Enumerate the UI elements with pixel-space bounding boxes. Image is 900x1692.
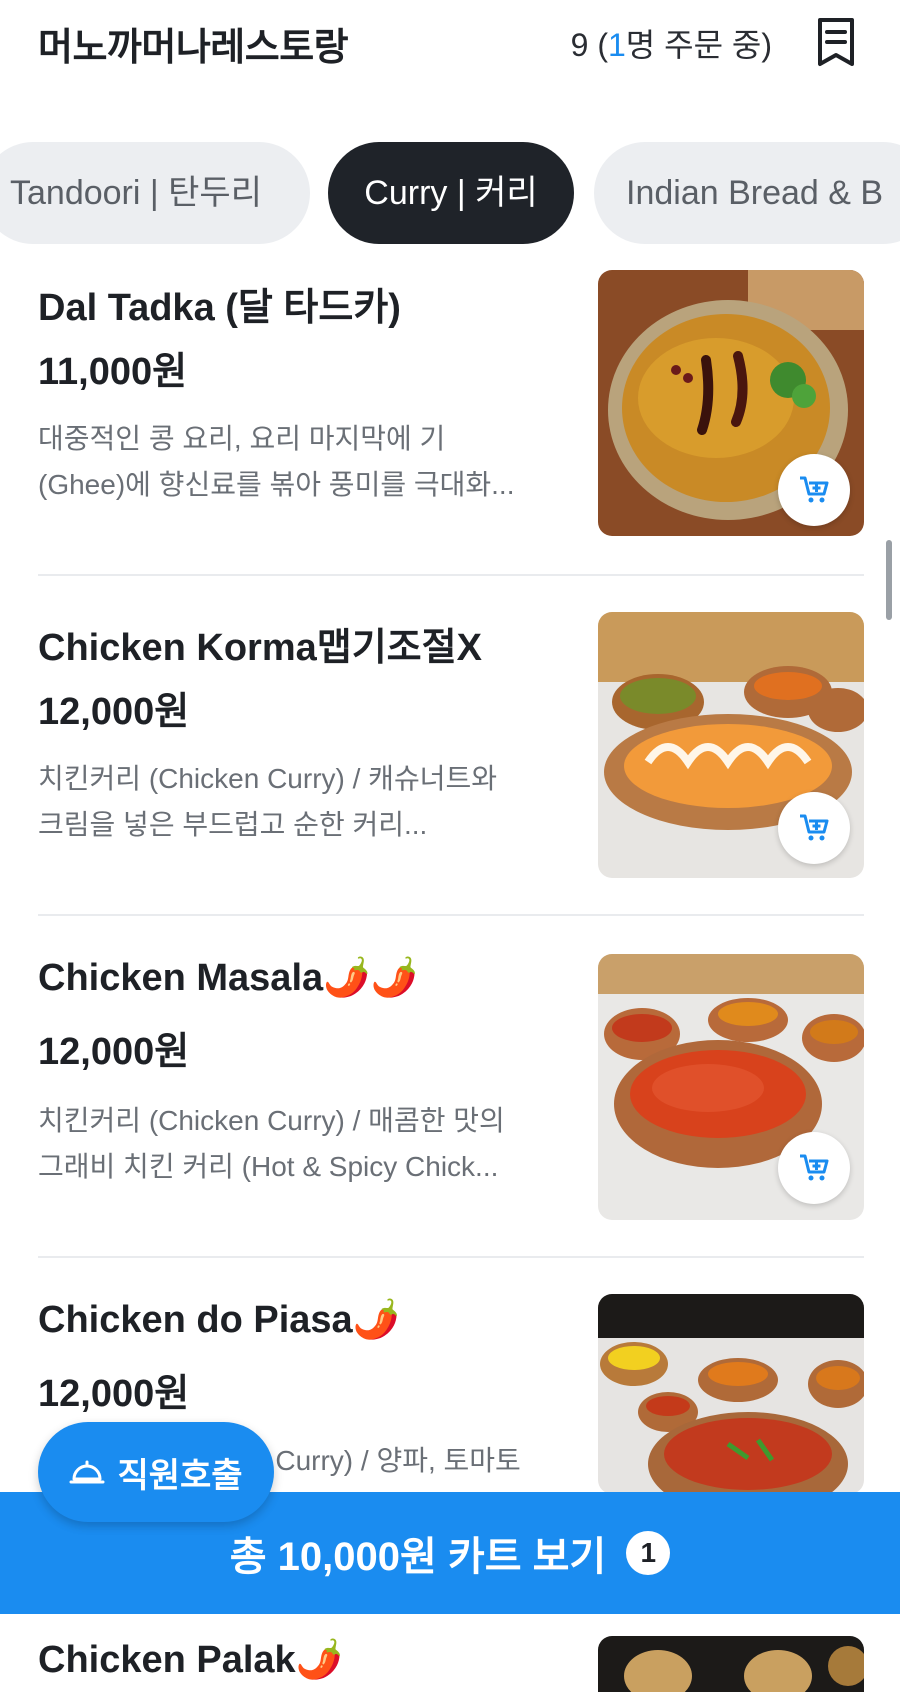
item-description: 치킨커리 (Chicken Curry) / 매콤한 맛의 그래비 치킨 커리 … (38, 1098, 558, 1190)
item-desc-line: 그래비 치킨 커리 (Hot & Spicy Chick... (38, 1151, 499, 1182)
tab-tandoori[interactable]: Tandoori | 탄두리 (0, 142, 310, 244)
item-price: 12,000원 (38, 691, 190, 733)
staff-call-button[interactable]: 직원호출 (38, 1422, 274, 1522)
cart-total-label: 총 10,000원 카트 보기 (229, 1535, 607, 1579)
staff-call-label: 직원호출 (117, 1456, 243, 1495)
item-desc-line: 대중적인 콩 요리, 요리 마지막에 기 (38, 423, 446, 454)
orders-suffix: 명 주문 중) (625, 27, 772, 63)
item-desc-line: n Curry) / 양파, 토마토 (252, 1445, 521, 1476)
cart-plus-icon (800, 814, 829, 841)
item-price: 12,000원 (38, 1031, 190, 1073)
table-order-status: 9 (1명 주문 중) (571, 20, 772, 66)
add-to-cart-button[interactable] (778, 792, 850, 864)
tab-curry[interactable]: Curry | 커리 (328, 142, 574, 244)
category-tabs: Tandoori | 탄두리 Curry | 커리 Indian Bread &… (0, 142, 900, 244)
tab-indian-bread[interactable]: Indian Bread & B (594, 142, 900, 244)
cart-plus-icon (800, 476, 829, 503)
dopiaza-curry-photo[interactable] (598, 1294, 864, 1494)
item-name: Chicken Masala🌶️🌶️ (38, 957, 418, 999)
receipt-icon[interactable] (814, 16, 858, 68)
add-to-cart-button[interactable] (778, 1132, 850, 1204)
item-name: Dal Tadka (달 타드카) (38, 287, 401, 329)
scrollbar[interactable] (886, 540, 892, 620)
bell-icon (69, 1460, 105, 1484)
palak-curry-photo[interactable] (598, 1636, 864, 1692)
orders-count: 1 (608, 27, 626, 63)
item-desc-line: 치킨커리 (Chicken Curry) / 매콤한 맛의 (38, 1105, 505, 1136)
item-description: n Curry) / 양파, 토마토 (252, 1438, 572, 1484)
store-name: 머노까머나레스토랑 (38, 27, 349, 69)
cart-plus-icon (800, 1154, 829, 1181)
divider (38, 574, 864, 576)
cart-count-badge: 1 (626, 1531, 671, 1575)
item-name: Chicken do Piasa🌶️ (38, 1299, 400, 1341)
item-description: 치킨커리 (Chicken Curry) / 캐슈너트와 크림을 넣은 부드럽고… (38, 756, 558, 848)
item-price: 12,000원 (38, 1373, 190, 1415)
item-name: Chicken Korma맵기조절X (38, 627, 482, 669)
table-number: 9 (570, 27, 589, 63)
item-desc-line: 치킨커리 (Chicken Curry) / 캐슈너트와 (38, 763, 497, 794)
item-desc-line: (Ghee)에 향신료를 볶아 풍미를 극대화... (38, 469, 515, 500)
item-price: 11,000원 (38, 351, 188, 393)
add-to-cart-button[interactable] (778, 454, 850, 526)
divider (38, 1256, 864, 1258)
item-description: 대중적인 콩 요리, 요리 마지막에 기 (Ghee)에 향신료를 볶아 풍미를… (38, 416, 558, 508)
header: 머노까머나레스토랑 9 (1명 주문 중) (0, 0, 900, 90)
item-name: Chicken Palak🌶️ (38, 1639, 344, 1681)
divider (38, 914, 864, 916)
item-desc-line: 크림을 넣은 부드럽고 순한 커리... (38, 809, 428, 840)
orders-prefix: ( (588, 27, 608, 63)
